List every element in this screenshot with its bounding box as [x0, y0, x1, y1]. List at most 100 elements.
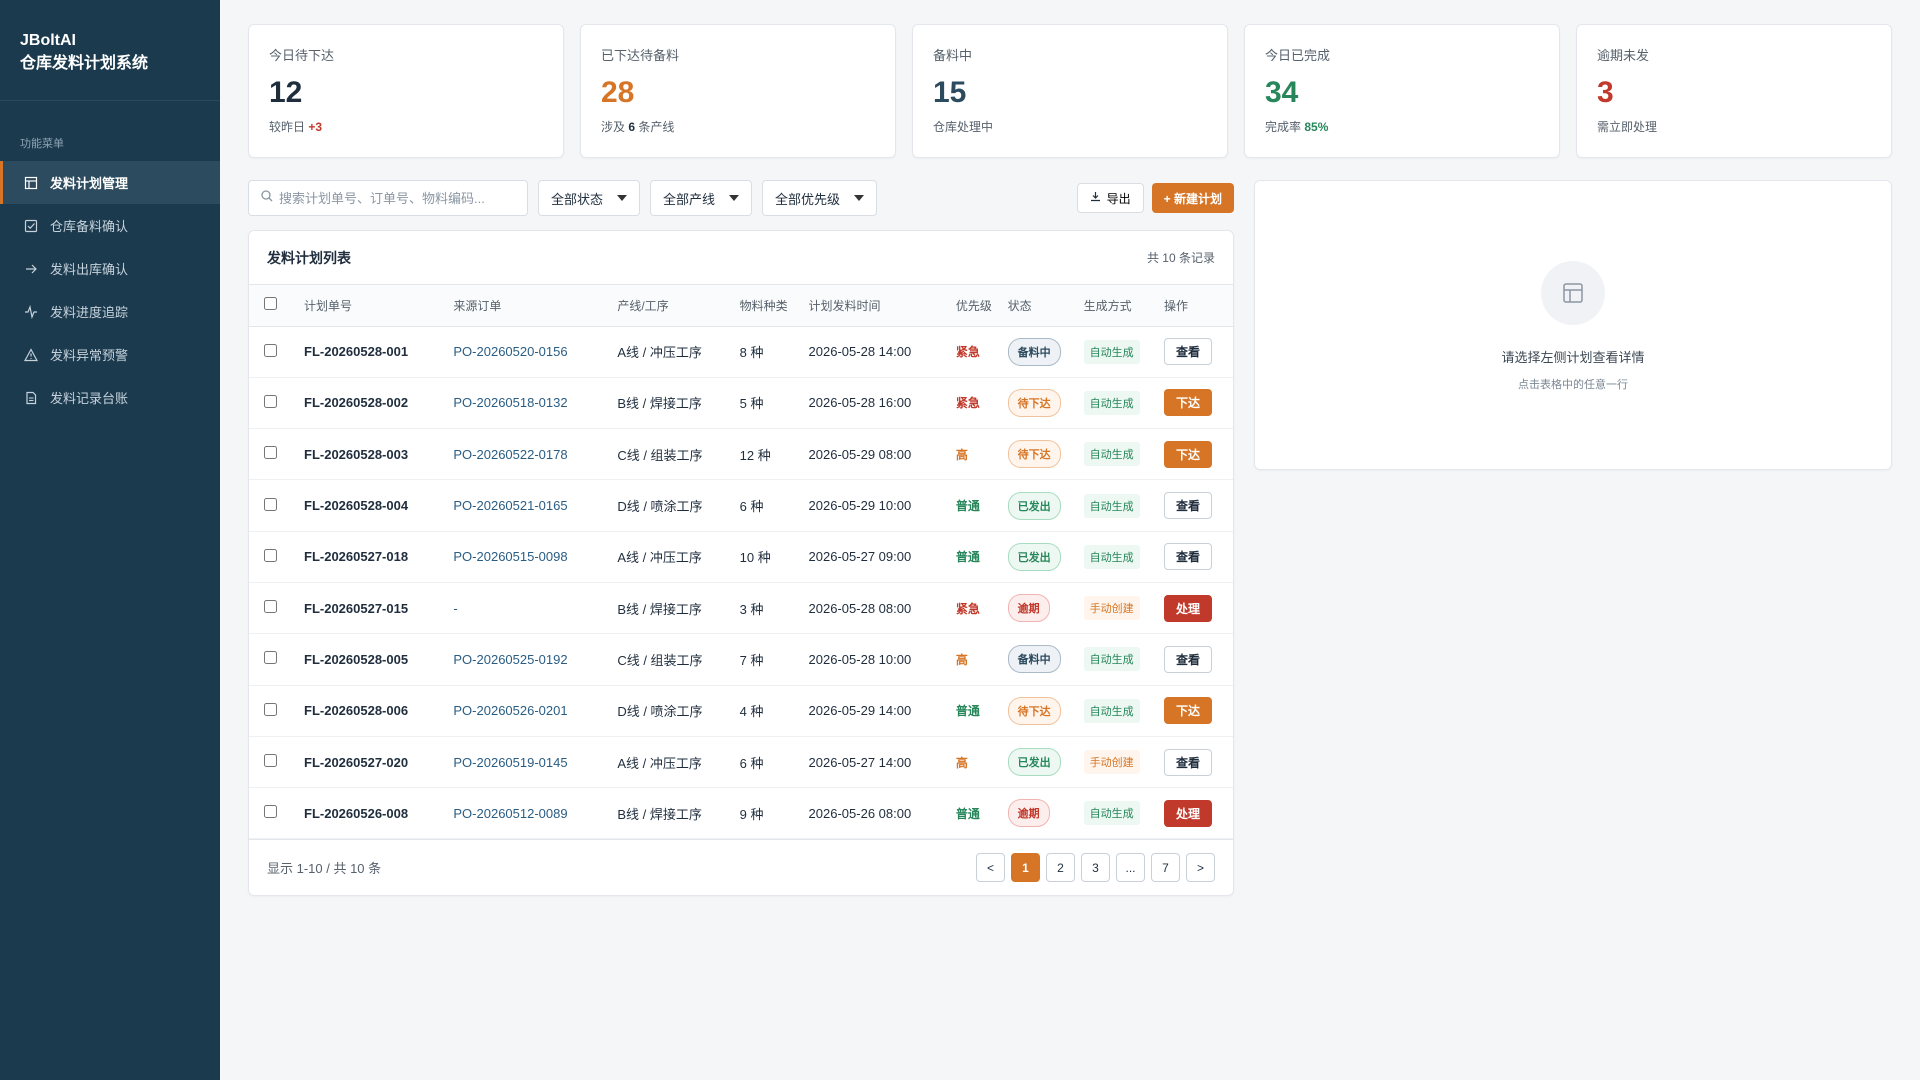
priority-label: 普通	[955, 806, 980, 821]
stat-subtext: 需立即处理	[1597, 118, 1871, 135]
source-order-link[interactable]: PO-20260521-0165	[453, 480, 617, 531]
select-all-checkbox[interactable]	[264, 297, 277, 311]
status-cell: 逾期	[1007, 788, 1084, 839]
row-checkbox[interactable]	[264, 497, 277, 511]
source-order-link[interactable]: PO-20260515-0098	[453, 531, 617, 582]
row-checkbox[interactable]	[264, 805, 277, 819]
search-box[interactable]	[248, 180, 528, 216]
page-button[interactable]: 7	[1151, 853, 1180, 882]
sidebar-item-5[interactable]: 发料异常预警	[0, 333, 220, 376]
source-order-link[interactable]: PO-20260525-0192	[453, 634, 617, 685]
table-row[interactable]: FL-20260528-006 PO-20260526-0201 D线 / 喷涂工序…	[249, 685, 1233, 737]
search-icon	[261, 189, 273, 207]
table-row[interactable]: FL-20260527-020 PO-20260519-0145 A线 / 冲压工序…	[249, 736, 1233, 788]
source-order-link[interactable]: PO-20260526-0201	[453, 685, 617, 736]
source-order-link[interactable]: -	[453, 582, 617, 633]
sidebar-item-6[interactable]: 发料记录台账	[0, 376, 220, 419]
col-plan-no: 计划单号	[304, 285, 454, 327]
priority-label: 高	[955, 447, 968, 462]
source-order-link[interactable]: PO-20260520-0156	[453, 326, 617, 377]
action-cell: 下达	[1164, 377, 1233, 428]
planned-time: 2026-05-28 10:00	[808, 651, 912, 667]
empty-state-hint: 点击表格中的任意一行	[1518, 379, 1628, 391]
row-action-button[interactable]: 下达	[1164, 697, 1213, 725]
row-checkbox[interactable]	[264, 446, 277, 460]
download-icon	[1090, 191, 1101, 205]
source-order-link[interactable]: PO-20260518-0132	[453, 377, 617, 428]
priority-cell: 紧急	[956, 326, 1008, 377]
sidebar: JBoltAI 仓库发料计划系统 功能菜单 发料计划管理 仓库备料确认 发料出库确认…	[0, 0, 220, 1080]
status-badge: 待下达	[1007, 440, 1061, 469]
row-checkbox[interactable]	[264, 394, 277, 408]
sidebar-item-label: 发料计划管理	[50, 176, 129, 191]
new-plan-button[interactable]: + 新建计划	[1151, 183, 1234, 213]
chevron-down-icon	[729, 195, 740, 201]
card-header: 发料计划列表 共 10 条记录	[249, 231, 1233, 285]
generation-tag: 自动生成	[1083, 544, 1140, 569]
sidebar-item-1[interactable]: 发料计划管理	[0, 161, 220, 204]
table-row[interactable]: FL-20260528-001 PO-20260520-0156 A线 / 冲压工序…	[249, 326, 1233, 378]
generation-cell: 手动创建	[1083, 582, 1164, 633]
page-button[interactable]: ...	[1116, 853, 1145, 882]
source-order-link[interactable]: PO-20260519-0145	[453, 736, 617, 787]
status-cell: 待下达	[1007, 377, 1084, 428]
row-action-button[interactable]: 查看	[1164, 492, 1213, 520]
export-button[interactable]: 导出	[1076, 183, 1144, 213]
material-kinds: 6 种	[739, 499, 764, 515]
line-process: A线 / 冲压工序	[617, 345, 702, 361]
table-footer: 显示 1-10 / 共 10 条 <1 2 3... 7 >	[249, 839, 1233, 895]
priority-label: 高	[955, 652, 968, 667]
row-select-cell	[249, 531, 304, 582]
row-checkbox[interactable]	[264, 651, 277, 665]
page-button[interactable]: 1	[1011, 853, 1040, 882]
row-checkbox[interactable]	[264, 754, 277, 768]
generation-cell: 自动生成	[1083, 429, 1164, 480]
sidebar-item-2[interactable]: 仓库备料确认	[0, 204, 220, 247]
sidebar-item-4[interactable]: 发料进度追踪	[0, 290, 220, 333]
row-checkbox[interactable]	[264, 343, 277, 357]
table-row[interactable]: FL-20260528-003 PO-20260522-0178 C线 / 组装工序…	[249, 429, 1233, 480]
source-order-link[interactable]: PO-20260522-0178	[453, 429, 617, 480]
table-row[interactable]: FL-20260527-015 - B线 / 焊接工序 3 种 2026-05-28 0…	[249, 582, 1233, 634]
page-button[interactable]: 2	[1046, 853, 1075, 882]
stat-label: 今日已完成	[1265, 48, 1331, 63]
page-button[interactable]: 3	[1081, 853, 1110, 882]
stat-sub-prefix: 涉及	[601, 120, 629, 134]
table-row[interactable]: FL-20260528-005 PO-20260525-0192 C线 / 组装工序…	[249, 634, 1233, 686]
table-row[interactable]: FL-20260526-008 PO-20260512-0089 B线 / 焊接工序…	[249, 788, 1233, 839]
row-checkbox[interactable]	[264, 600, 277, 614]
row-checkbox[interactable]	[264, 548, 277, 562]
stat-value: 3	[1597, 76, 1614, 109]
table-row[interactable]: FL-20260527-018 PO-20260515-0098 A线 / 冲压工序…	[249, 531, 1233, 583]
sidebar-menu: 发料计划管理仓库备料确认 发料出库确认 发料进度追踪 发料异常预警 发料记录台账	[0, 161, 220, 419]
status-filter-label: 全部状态	[551, 191, 604, 207]
line-filter-select[interactable]: 全部产线	[650, 180, 753, 216]
row-select-cell	[249, 480, 304, 531]
arrow-right-icon	[24, 262, 38, 276]
row-action-button[interactable]: 下达	[1164, 440, 1213, 468]
next-page-button[interactable]: >	[1186, 853, 1215, 882]
generation-cell: 自动生成	[1083, 685, 1164, 736]
row-action-button[interactable]: 查看	[1164, 338, 1213, 366]
table-row[interactable]: FL-20260528-004 PO-20260521-0165 D线 / 喷涂工序…	[249, 480, 1233, 532]
search-input[interactable]	[279, 190, 509, 206]
row-select-cell	[249, 736, 304, 787]
generation-cell: 自动生成	[1083, 377, 1164, 428]
source-order-link[interactable]: PO-20260512-0089	[453, 788, 617, 839]
row-action-button[interactable]: 查看	[1164, 645, 1213, 673]
line-process: D线 / 喷涂工序	[617, 499, 703, 515]
row-action-button[interactable]: 处理	[1164, 594, 1213, 622]
stat-card: 今日已完成 34 完成率 85%	[1244, 24, 1560, 158]
priority-filter-select[interactable]: 全部优先级	[762, 180, 878, 216]
row-action-button[interactable]: 查看	[1164, 748, 1213, 776]
status-filter-select[interactable]: 全部状态	[538, 180, 641, 216]
table-row[interactable]: FL-20260528-002 PO-20260518-0132 B线 / 焊接工序…	[249, 377, 1233, 429]
row-action-button[interactable]: 下达	[1164, 389, 1213, 417]
row-action-button[interactable]: 查看	[1164, 543, 1213, 571]
row-checkbox[interactable]	[264, 702, 277, 716]
generation-cell: 手动创建	[1083, 736, 1164, 787]
sidebar-item-3[interactable]: 发料出库确认	[0, 247, 220, 290]
row-action-button[interactable]: 处理	[1164, 799, 1213, 827]
prev-page-button[interactable]: <	[976, 853, 1005, 882]
row-select-cell	[249, 377, 304, 428]
